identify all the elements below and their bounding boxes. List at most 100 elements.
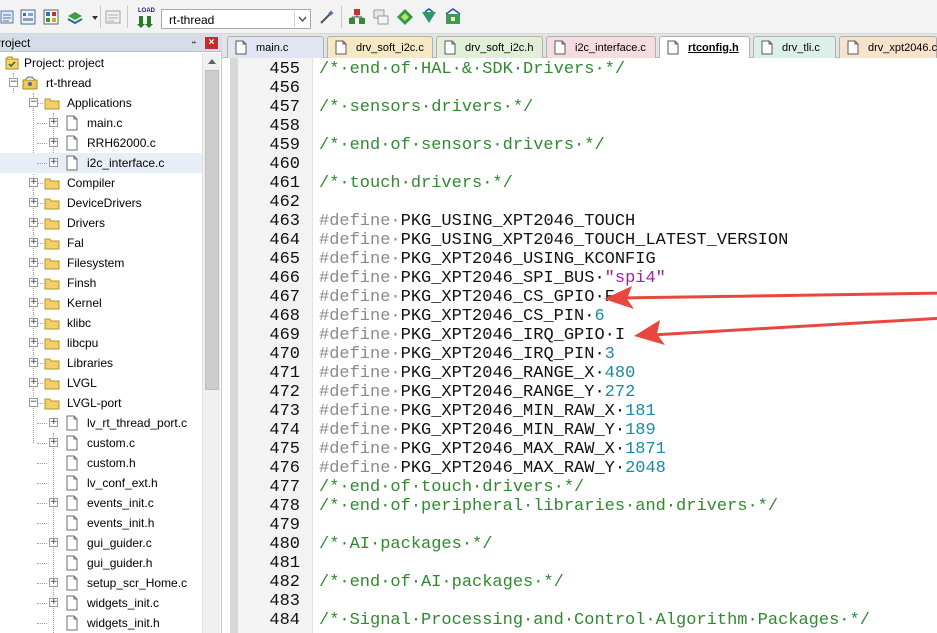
run-env-icon[interactable] bbox=[420, 8, 438, 26]
expand-icon[interactable]: + bbox=[29, 238, 38, 247]
dropdown-icon[interactable] bbox=[86, 8, 98, 26]
code-text: #define·PKG_XPT2046_CS_GPIO·F bbox=[319, 288, 615, 307]
code-text: #define·PKG_XPT2046_MIN_RAW_Y·189 bbox=[319, 421, 656, 440]
code-editor[interactable]: 455 /*·end·of·HAL·&·SDK·Drivers·*/ 456 457 /… bbox=[222, 58, 937, 633]
tree-file[interactable]: + custom.c bbox=[0, 433, 202, 453]
expand-icon[interactable]: + bbox=[29, 318, 38, 327]
tab-file[interactable]: drv_xpt2046.c bbox=[839, 36, 937, 58]
expand-icon[interactable]: + bbox=[49, 158, 58, 167]
tab-file[interactable]: drv_soft_i2c.h bbox=[436, 36, 543, 58]
code-text: #define·PKG_XPT2046_IRQ_GPIO·I bbox=[319, 326, 625, 345]
tree-file[interactable]: + RRH62000.c bbox=[0, 133, 202, 153]
components-icon[interactable] bbox=[66, 8, 84, 26]
code-preprocessor: #define· bbox=[319, 288, 401, 307]
tree-folder[interactable]: + Finsh bbox=[0, 273, 202, 293]
expand-icon[interactable]: + bbox=[49, 538, 58, 547]
manage-icon[interactable] bbox=[42, 8, 60, 26]
tree-folder[interactable]: − Applications bbox=[0, 93, 202, 113]
magic-wand-icon[interactable] bbox=[318, 8, 336, 26]
tree-file[interactable]: + main.c bbox=[0, 113, 202, 133]
tree-file[interactable]: + i2c_interface.c bbox=[0, 153, 202, 173]
tree-file[interactable]: + lv_rt_thread_port.c bbox=[0, 413, 202, 433]
expand-icon[interactable]: + bbox=[49, 598, 58, 607]
tree-folder[interactable]: + Compiler bbox=[0, 173, 202, 193]
batch-build-icon[interactable] bbox=[0, 8, 18, 26]
code-line: 458 bbox=[222, 117, 937, 136]
file-icon bbox=[64, 615, 80, 631]
options-icon[interactable] bbox=[19, 8, 37, 26]
select-packs-icon[interactable] bbox=[372, 8, 390, 26]
tree-file[interactable]: + widgets_init.c bbox=[0, 593, 202, 613]
line-number: 459 bbox=[269, 136, 300, 155]
file-icon bbox=[64, 155, 80, 171]
tree-root-project[interactable]: Project: project bbox=[0, 53, 202, 73]
expand-icon[interactable]: + bbox=[29, 178, 38, 187]
collapse-icon[interactable]: − bbox=[9, 78, 18, 87]
translate-icon[interactable] bbox=[104, 8, 122, 26]
tab-file[interactable]: main.c bbox=[227, 36, 324, 58]
project-panel-title: Project bbox=[0, 36, 31, 50]
tab-file[interactable]: i2c_interface.c bbox=[546, 36, 656, 58]
diamond-icon[interactable] bbox=[396, 8, 414, 26]
expand-icon[interactable]: + bbox=[49, 118, 58, 127]
code-identifier: PKG_USING_XPT2046_TOUCH bbox=[400, 212, 636, 231]
pack-installer-icon[interactable] bbox=[348, 8, 366, 26]
tree-folder[interactable]: + Kernel bbox=[0, 293, 202, 313]
expand-icon[interactable]: + bbox=[49, 418, 58, 427]
code-text: /*·end·of·sensors·drivers·*/ bbox=[319, 136, 605, 155]
expand-icon[interactable]: + bbox=[29, 338, 38, 347]
chevron-down-icon[interactable] bbox=[294, 11, 309, 27]
tree-item-label: widgets_init.h bbox=[87, 616, 160, 630]
code-line: 480 /*·AI·packages·*/ bbox=[222, 535, 937, 554]
tree-file[interactable]: gui_guider.h bbox=[0, 553, 202, 573]
expand-icon[interactable]: + bbox=[29, 258, 38, 267]
target-select[interactable]: rt-thread bbox=[161, 9, 311, 29]
collapse-icon[interactable]: − bbox=[29, 98, 38, 107]
pin-icon[interactable]: ⍅ bbox=[188, 37, 200, 49]
tree-folder[interactable]: − LVGL-port bbox=[0, 393, 202, 413]
tree-folder[interactable]: + Libraries bbox=[0, 353, 202, 373]
code-preprocessor: #define· bbox=[319, 345, 401, 364]
tree-folder[interactable]: + DeviceDrivers bbox=[0, 193, 202, 213]
code-line: 475 #define·PKG_XPT2046_MAX_RAW_X·1871 bbox=[222, 440, 937, 459]
expand-icon[interactable]: + bbox=[29, 298, 38, 307]
tree-folder[interactable]: + Filesystem bbox=[0, 253, 202, 273]
code-text: #define·PKG_XPT2046_IRQ_PIN·3 bbox=[319, 345, 615, 364]
line-number: 481 bbox=[269, 554, 300, 573]
tree-file[interactable]: + gui_guider.c bbox=[0, 533, 202, 553]
tab-file[interactable]: drv_tli.c bbox=[753, 36, 836, 58]
scroll-up-icon[interactable] bbox=[203, 53, 221, 70]
scroll-thumb[interactable] bbox=[205, 70, 219, 390]
expand-icon[interactable]: + bbox=[49, 578, 58, 587]
close-icon[interactable]: × bbox=[205, 37, 218, 49]
tab-file[interactable]: rtconfig.h bbox=[659, 36, 750, 59]
tree-file[interactable]: + setup_scr_Home.c bbox=[0, 573, 202, 593]
tab-file[interactable]: drv_soft_i2c.c bbox=[327, 36, 433, 58]
expand-icon[interactable]: + bbox=[29, 378, 38, 387]
tree-folder[interactable]: + LVGL bbox=[0, 373, 202, 393]
expand-icon[interactable]: + bbox=[49, 438, 58, 447]
tree-file[interactable]: custom.h bbox=[0, 453, 202, 473]
tree-folder[interactable]: + Fal bbox=[0, 233, 202, 253]
expand-icon[interactable]: + bbox=[29, 358, 38, 367]
collapse-icon[interactable]: − bbox=[29, 398, 38, 407]
tree-folder[interactable]: + Drivers bbox=[0, 213, 202, 233]
pack-env-icon[interactable] bbox=[444, 8, 462, 26]
tree-file[interactable]: lv_conf_ext.h bbox=[0, 473, 202, 493]
expand-icon[interactable]: + bbox=[29, 218, 38, 227]
tree-folder[interactable]: + libcpu bbox=[0, 333, 202, 353]
tree-guide bbox=[37, 583, 47, 584]
expand-icon[interactable]: + bbox=[29, 278, 38, 287]
tree-scrollbar[interactable] bbox=[202, 53, 220, 633]
tree-file[interactable]: events_init.h bbox=[0, 513, 202, 533]
tree-file[interactable]: widgets_init.h bbox=[0, 613, 202, 633]
file-icon bbox=[64, 135, 80, 151]
load-icon[interactable] bbox=[136, 13, 154, 28]
tree-folder[interactable]: + klibc bbox=[0, 313, 202, 333]
line-number: 456 bbox=[269, 79, 300, 98]
expand-icon[interactable]: + bbox=[29, 198, 38, 207]
tree-file[interactable]: + events_init.c bbox=[0, 493, 202, 513]
expand-icon[interactable]: + bbox=[49, 138, 58, 147]
expand-icon[interactable]: + bbox=[49, 498, 58, 507]
tree-target-rt-thread[interactable]: − rt-thread bbox=[0, 73, 202, 93]
